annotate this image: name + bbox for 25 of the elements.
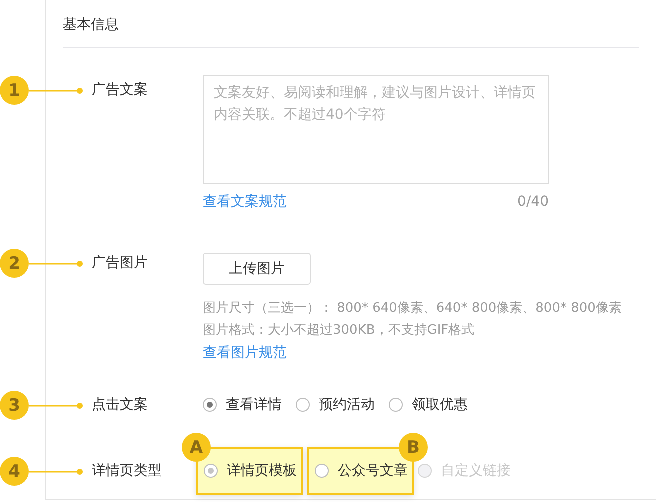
section-title: 基本信息 (63, 0, 639, 48)
field-label: 点击文案 (91, 396, 149, 415)
hint-text: 图片尺寸（三选一）： 800* 640像素、640* 800像素、800* 800像素 (203, 300, 623, 318)
radio-option[interactable]: 查看详情 (203, 395, 296, 415)
callout-badge: B (399, 433, 428, 462)
step-badge: 4 (0, 457, 29, 486)
upload-button[interactable]: 上传图片 (203, 253, 311, 285)
leader-line (29, 86, 84, 94)
radio-option[interactable]: 详情页模板 (204, 461, 297, 481)
hint-text: 图片格式：大小不超过300KB，不支持GIF格式 (203, 322, 476, 340)
step-badge: 1 (0, 76, 29, 105)
leader-line (29, 260, 84, 268)
leader-line (29, 468, 84, 476)
leader-line (29, 402, 84, 410)
char-counter: 0/40 (518, 193, 549, 212)
step-badge: 3 (0, 391, 29, 420)
field-label: 详情页类型 (91, 462, 163, 481)
radio-option[interactable]: 领取优惠 (389, 395, 482, 415)
step-badge: 2 (0, 249, 29, 278)
radio-option[interactable]: 预约活动 (296, 395, 389, 415)
radio-option[interactable]: 公众号文章 (315, 461, 408, 481)
field-label: 广告图片 (91, 254, 149, 273)
callout-badge: A (182, 433, 211, 462)
field-label: 广告文案 (91, 81, 149, 100)
ad-copy-field[interactable]: 文案友好、易阅读和理解，建议与图片设计、详情页内容关联。不超过40个字符 (203, 75, 549, 184)
